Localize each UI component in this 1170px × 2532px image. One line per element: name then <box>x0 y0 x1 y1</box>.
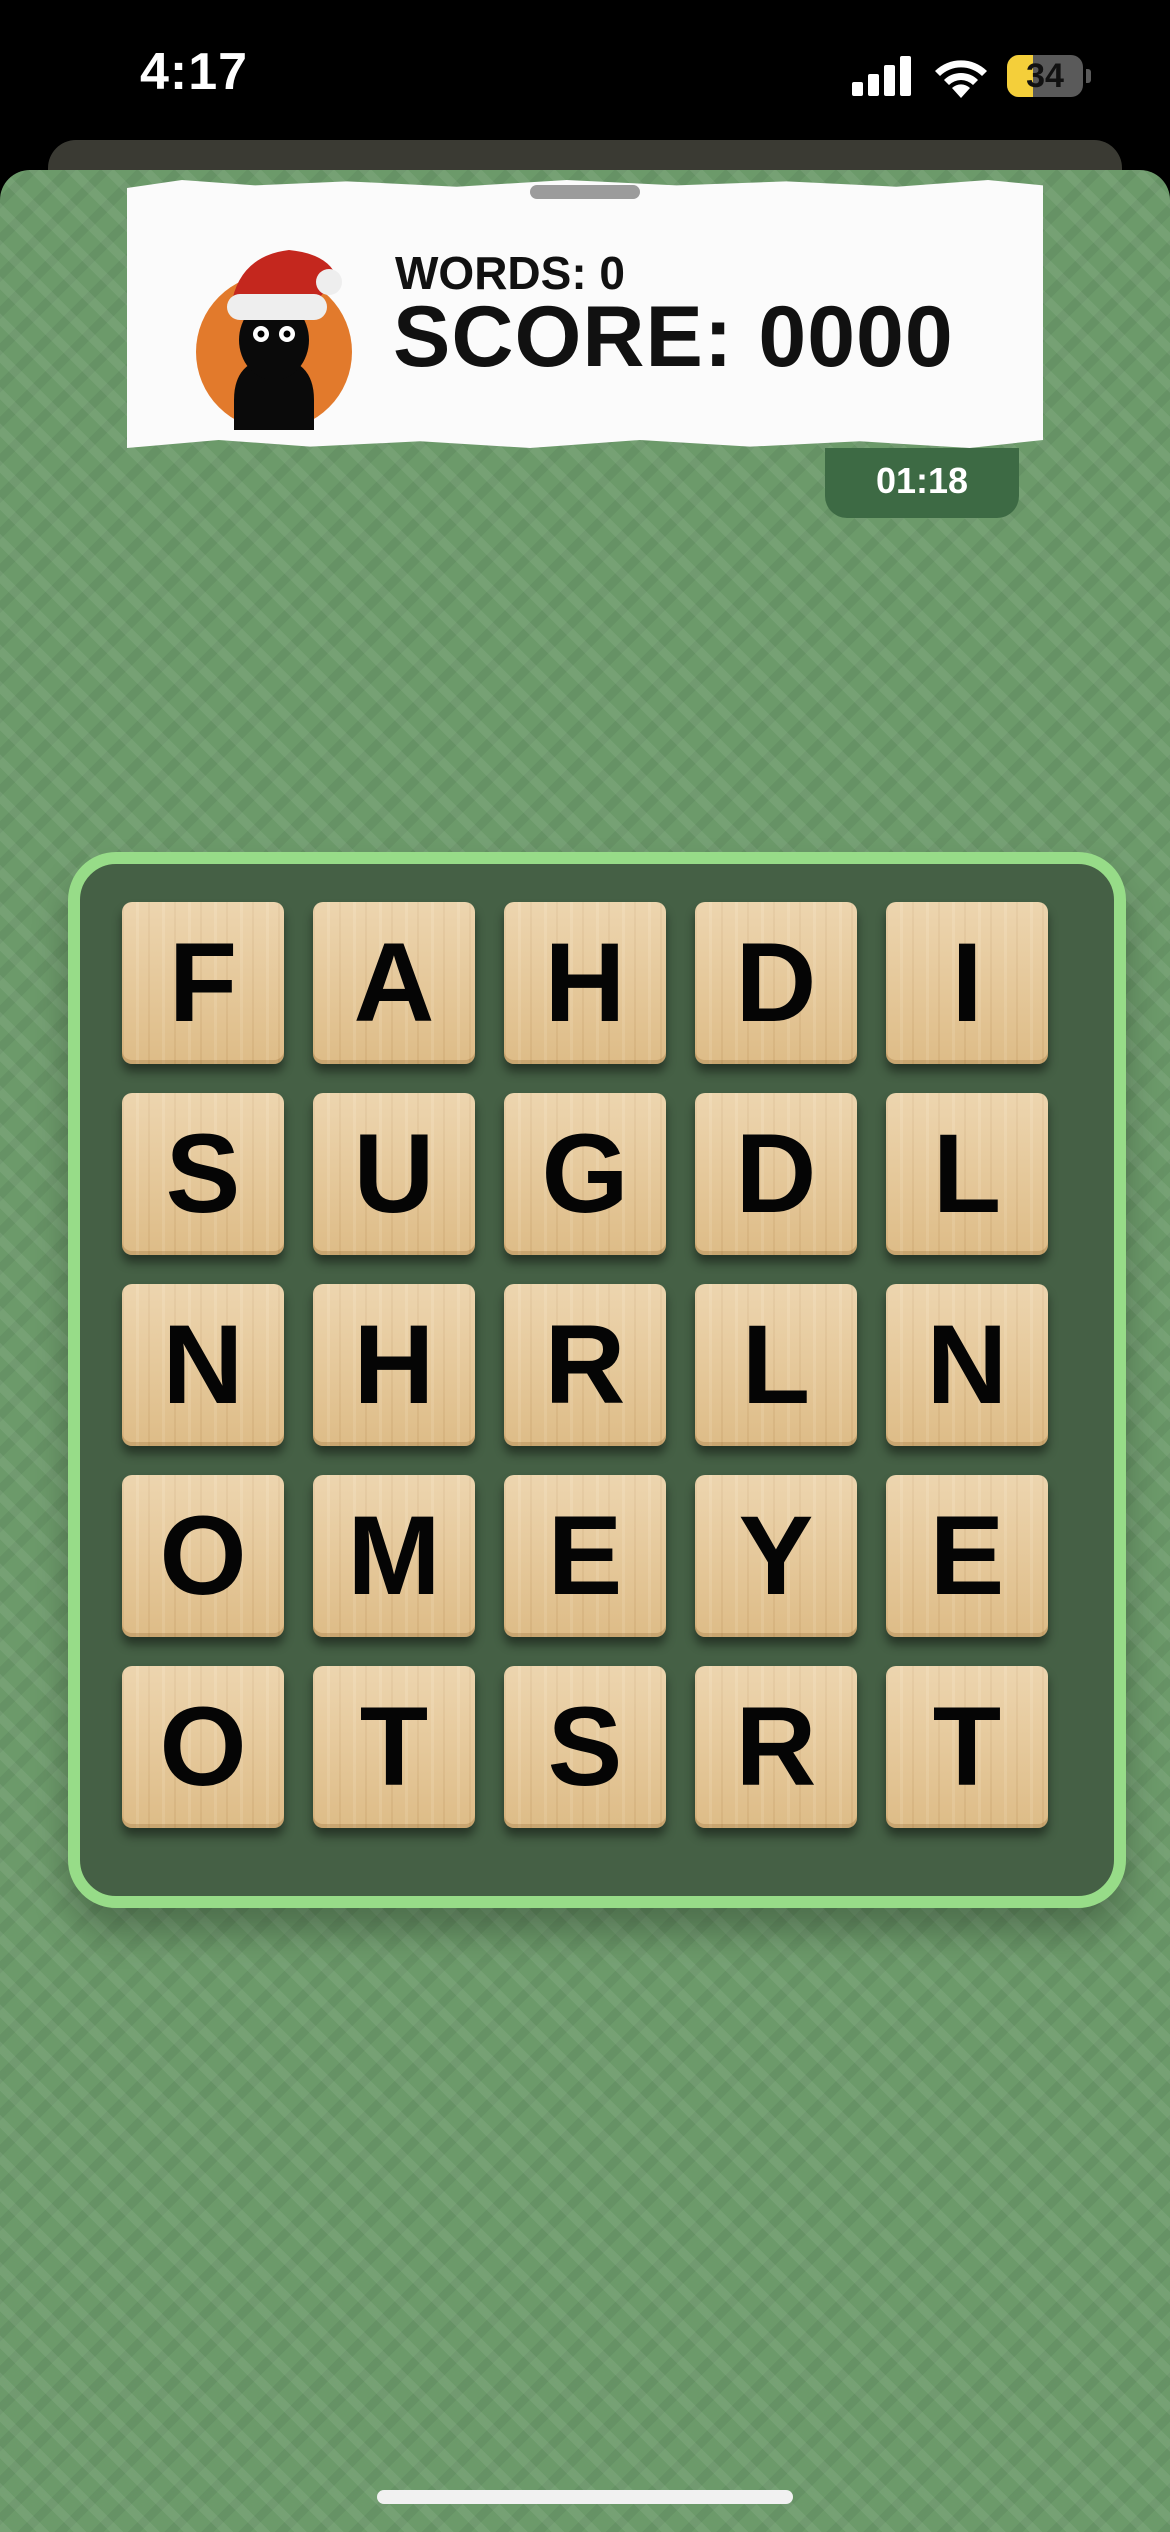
letter-board: FAHDISUGDLNHRLNOMEYEOTSRT <box>68 852 1126 1908</box>
tile-letter: H <box>353 1302 435 1427</box>
tile-letter: T <box>359 1684 429 1809</box>
letter-tile[interactable]: A <box>313 902 475 1064</box>
tile-letter: L <box>741 1302 811 1427</box>
score-value: SCORE: 0000 <box>393 289 954 385</box>
tile-letter: U <box>353 1111 435 1236</box>
tile-letter: N <box>926 1302 1008 1427</box>
tile-letter: S <box>165 1111 241 1236</box>
battery-cap <box>1086 69 1091 83</box>
letter-tile[interactable]: H <box>313 1284 475 1446</box>
battery-body: 34 <box>1007 55 1083 97</box>
tile-letter: E <box>547 1493 623 1618</box>
letter-tile[interactable]: N <box>122 1284 284 1446</box>
tile-letter: T <box>932 1684 1002 1809</box>
tile-letter: F <box>168 920 238 1045</box>
status-bar: 4:17 34 <box>0 0 1170 150</box>
signal-icon <box>852 56 911 96</box>
letter-tile[interactable]: D <box>695 1093 857 1255</box>
tile-letter: G <box>541 1111 629 1236</box>
letter-tile[interactable]: O <box>122 1475 284 1637</box>
letter-tile[interactable]: Y <box>695 1475 857 1637</box>
timer: 01:18 <box>825 448 1019 518</box>
tile-letter: R <box>735 1684 817 1809</box>
letter-tile[interactable]: H <box>504 902 666 1064</box>
tile-letter: S <box>547 1684 623 1809</box>
status-time: 4:17 <box>140 43 249 101</box>
tile-letter: O <box>159 1684 247 1809</box>
letter-tile[interactable]: R <box>695 1666 857 1828</box>
letter-tile[interactable]: L <box>695 1284 857 1446</box>
letter-tile[interactable]: M <box>313 1475 475 1637</box>
tile-letter: O <box>159 1493 247 1618</box>
letter-tile[interactable]: D <box>695 902 857 1064</box>
wifi-icon <box>935 60 987 98</box>
tile-letter: R <box>544 1302 626 1427</box>
santa-hat-avatar <box>196 250 352 430</box>
tile-letter: D <box>735 920 817 1045</box>
game-screen: 4:17 34 WORDS: 0 SCORE: 0000 01:18 F A H… <box>0 0 1170 2532</box>
tile-letter: L <box>932 1111 1002 1236</box>
tile-grid: FAHDISUGDLNHRLNOMEYEOTSRT <box>122 902 1072 1852</box>
battery-level: 34 <box>1026 57 1064 95</box>
battery-icon: 34 <box>1007 55 1091 97</box>
letter-tile[interactable]: O <box>122 1666 284 1828</box>
letter-tile[interactable]: T <box>886 1666 1048 1828</box>
home-indicator[interactable] <box>377 2490 793 2504</box>
letter-tile[interactable]: T <box>313 1666 475 1828</box>
letter-tile[interactable]: F <box>122 902 284 1064</box>
tile-letter: Y <box>738 1493 814 1618</box>
letter-tile[interactable]: R <box>504 1284 666 1446</box>
tile-letter: M <box>347 1493 441 1618</box>
letter-tile[interactable]: N <box>886 1284 1048 1446</box>
tile-letter: D <box>735 1111 817 1236</box>
sheet-grab-handle[interactable] <box>530 185 640 199</box>
tile-letter: H <box>544 920 626 1045</box>
letter-tile[interactable]: E <box>886 1475 1048 1637</box>
tile-letter: I <box>951 920 983 1045</box>
letter-tile[interactable]: E <box>504 1475 666 1637</box>
letter-tile[interactable]: G <box>504 1093 666 1255</box>
tile-letter: A <box>353 920 435 1045</box>
tile-letter: E <box>929 1493 1005 1618</box>
score-banner: WORDS: 0 SCORE: 0000 <box>127 180 1043 448</box>
letter-tile[interactable]: S <box>122 1093 284 1255</box>
letter-tile[interactable]: I <box>886 902 1048 1064</box>
letter-tile[interactable]: L <box>886 1093 1048 1255</box>
letter-tile[interactable]: U <box>313 1093 475 1255</box>
letter-tile[interactable]: S <box>504 1666 666 1828</box>
tile-letter: N <box>162 1302 244 1427</box>
